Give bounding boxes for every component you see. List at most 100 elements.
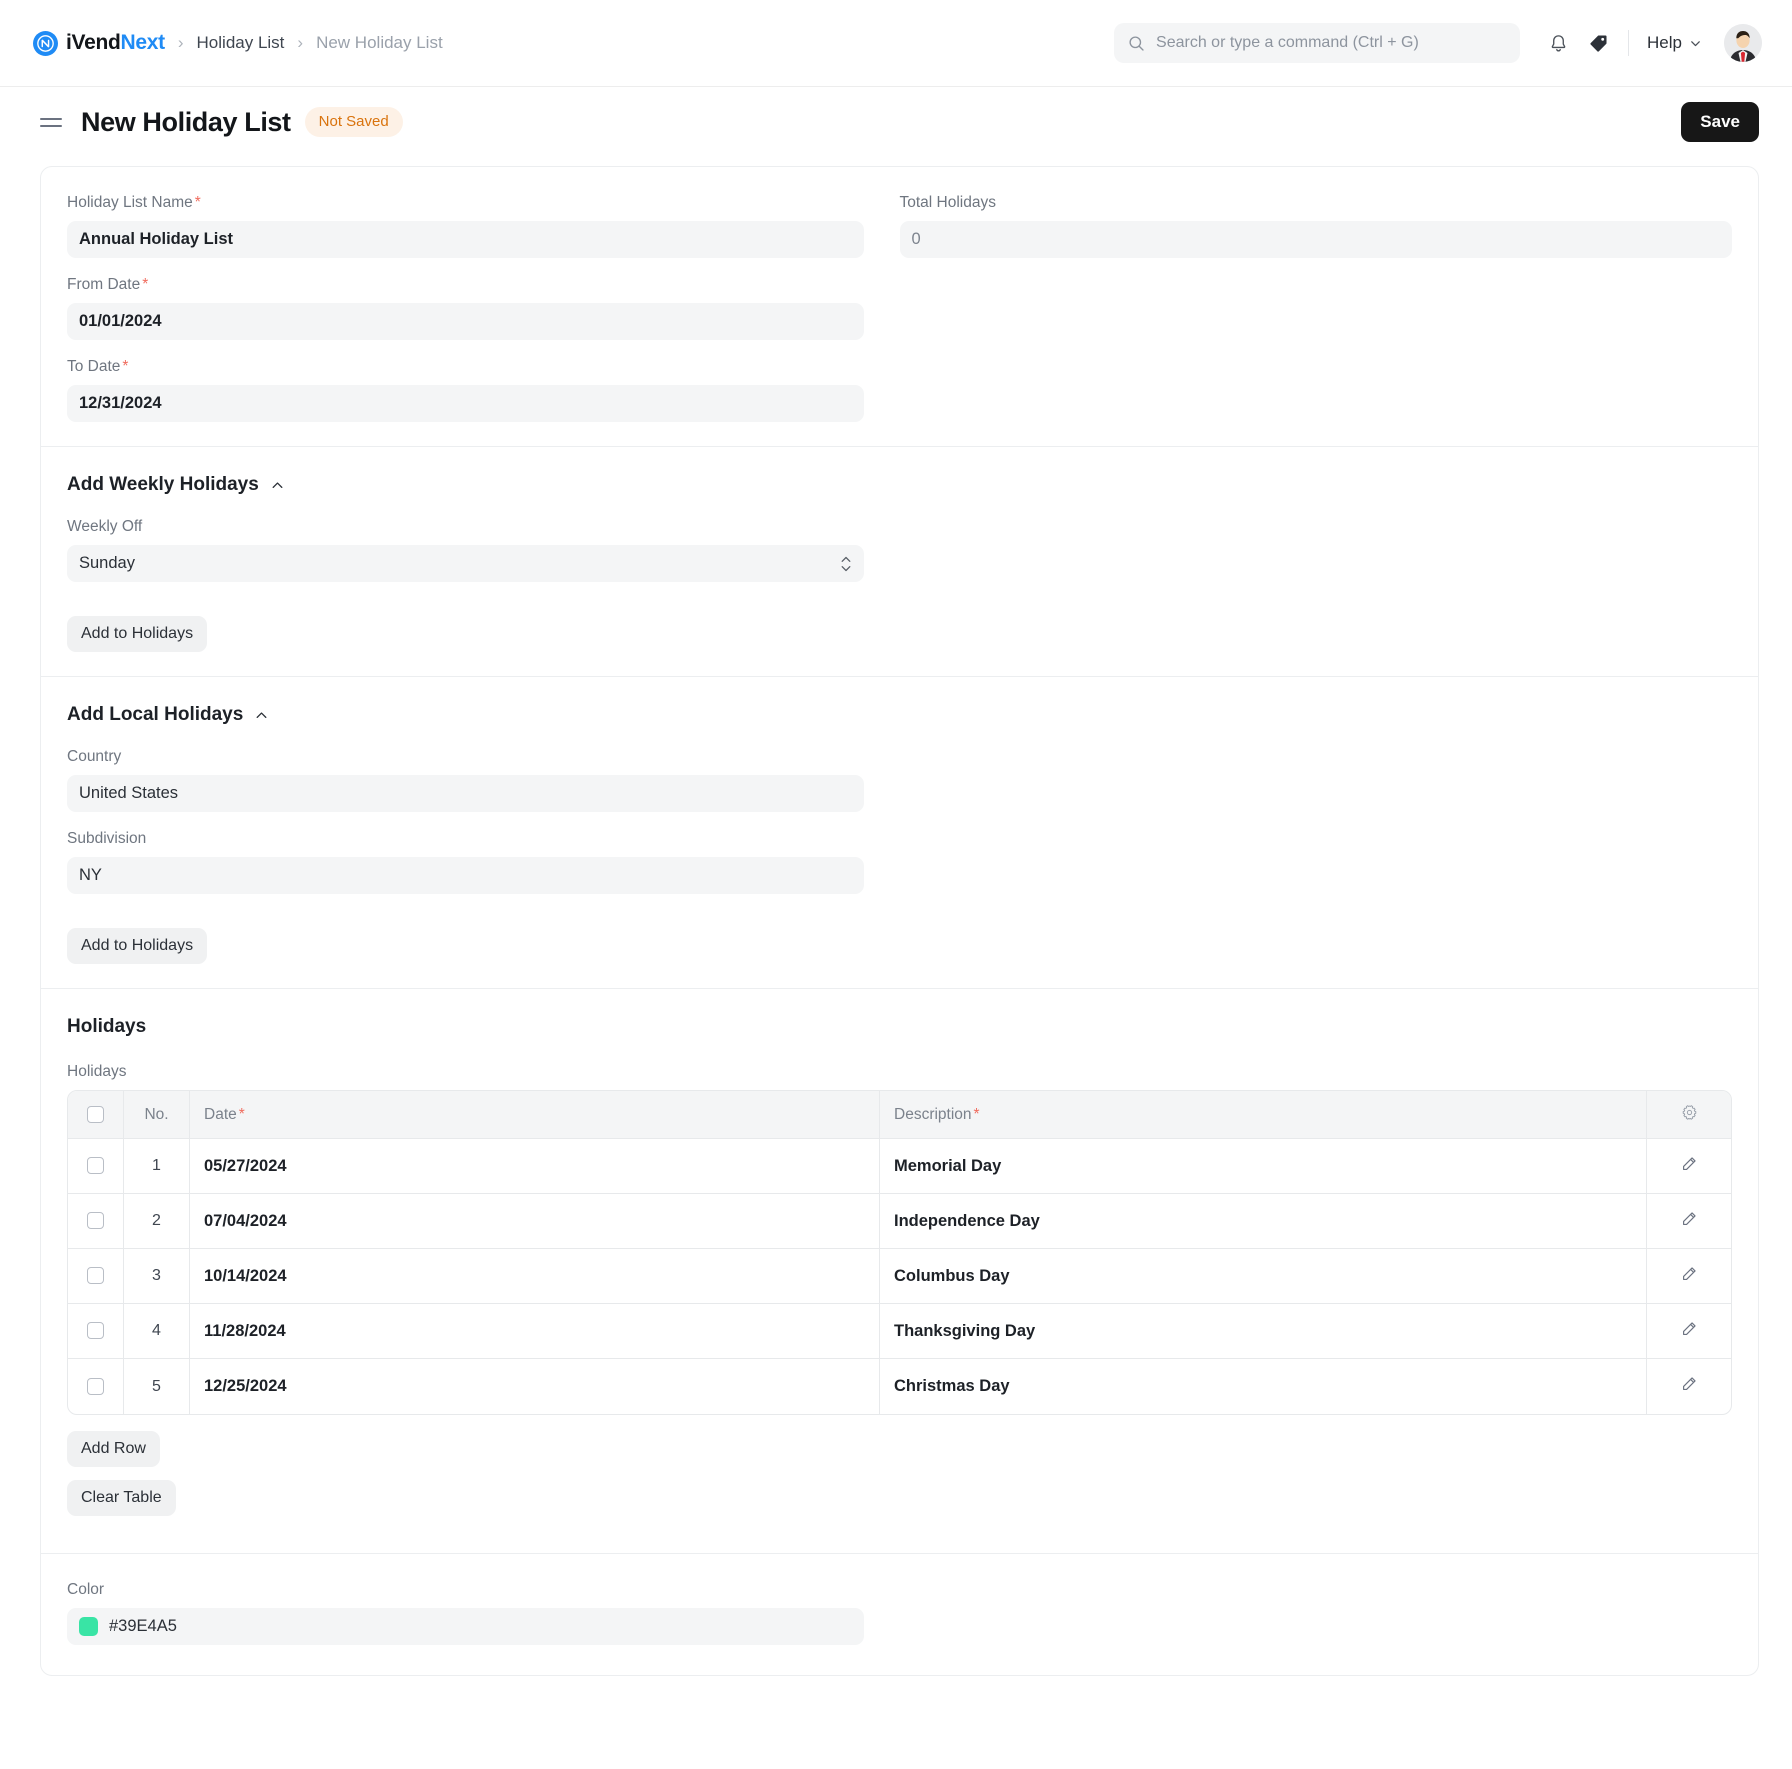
- row-date-value: 10/14/2024: [204, 1266, 287, 1285]
- row-description-value: Thanksgiving Day: [894, 1321, 1036, 1340]
- to-date-input[interactable]: 12/31/2024: [67, 385, 864, 422]
- chevron-up-icon[interactable]: [254, 708, 269, 723]
- weekly-right-spacer: [900, 518, 1733, 652]
- row-checkbox[interactable]: [87, 1212, 104, 1230]
- pencil-icon[interactable]: [1680, 1375, 1698, 1393]
- pencil-icon[interactable]: [1680, 1155, 1698, 1173]
- holidays-table-body: 1 05/27/2024 Memorial Day 2 07/04/2024 Indepe…: [68, 1139, 1731, 1414]
- row-description-cell[interactable]: Christmas Day: [880, 1359, 1647, 1414]
- search-input[interactable]: Search or type a command (Ctrl + G): [1114, 23, 1521, 63]
- save-button[interactable]: Save: [1681, 102, 1759, 142]
- field-from-date: From Date * 01/01/2024: [67, 276, 864, 340]
- color-right-spacer: [900, 1581, 1733, 1645]
- color-input[interactable]: #39E4A5: [67, 1608, 864, 1645]
- row-date-value: 12/25/2024: [204, 1377, 287, 1395]
- select-all-checkbox[interactable]: [87, 1105, 104, 1123]
- total-holidays-input[interactable]: 0: [899, 221, 1732, 258]
- required-marker: *: [238, 1105, 245, 1123]
- brand-logo[interactable]: iVendNext: [33, 30, 166, 56]
- ivendnext-logo-icon: [33, 30, 58, 56]
- row-date-cell[interactable]: 11/28/2024: [190, 1304, 880, 1359]
- breadcrumb-item-holiday-list[interactable]: Holiday List: [197, 33, 285, 53]
- avatar[interactable]: [1724, 24, 1762, 62]
- holiday-list-name-input[interactable]: Annual Holiday List: [67, 221, 864, 258]
- table-row[interactable]: 5 12/25/2024 Christmas Day: [68, 1359, 1731, 1414]
- total-holidays-label: Total Holidays: [899, 194, 997, 211]
- row-edit-cell: [1647, 1249, 1731, 1304]
- row-checkbox[interactable]: [87, 1267, 104, 1285]
- basic-info-right-column: Total Holidays 0: [899, 194, 1732, 422]
- row-checkbox[interactable]: [87, 1377, 104, 1395]
- row-checkbox[interactable]: [87, 1157, 104, 1175]
- table-header-row: No. Date * Description *: [68, 1091, 1731, 1139]
- holiday-list-name-label: Holiday List Name *: [67, 194, 201, 211]
- from-date-input[interactable]: 01/01/2024: [67, 303, 864, 340]
- weekly-off-label: Weekly Off: [67, 518, 143, 535]
- required-marker: *: [194, 194, 201, 211]
- color-swatch[interactable]: [79, 1617, 98, 1636]
- from-date-label: From Date *: [67, 276, 149, 293]
- add-weekly-to-holidays-button[interactable]: Add to Holidays: [67, 616, 208, 652]
- row-date-cell[interactable]: 10/14/2024: [190, 1249, 880, 1304]
- holidays-grid-label: Holidays: [67, 1063, 127, 1080]
- row-description-cell[interactable]: Memorial Day: [880, 1139, 1647, 1194]
- row-checkbox[interactable]: [87, 1322, 104, 1340]
- to-date-label: To Date *: [67, 358, 129, 375]
- field-total-holidays: Total Holidays 0: [899, 194, 1732, 258]
- holidays-table-head: No. Date * Description *: [68, 1091, 1731, 1139]
- chevron-down-icon: [1689, 37, 1702, 50]
- row-number-cell: 4: [124, 1304, 190, 1359]
- row-date-value: 05/27/2024: [204, 1156, 287, 1175]
- row-date-cell[interactable]: 05/27/2024: [190, 1139, 880, 1194]
- weekly-off-select[interactable]: Sunday: [67, 545, 864, 582]
- pencil-icon[interactable]: [1680, 1210, 1698, 1228]
- add-local-holidays-section: Add Local Holidays Country United States…: [41, 677, 1758, 989]
- form-card: Holiday List Name * Annual Holiday List F…: [40, 166, 1759, 1676]
- row-date-cell[interactable]: 12/25/2024: [190, 1359, 880, 1414]
- column-header-no: No.: [124, 1091, 190, 1139]
- table-row[interactable]: 4 11/28/2024 Thanksgiving Day: [68, 1304, 1731, 1359]
- row-select-cell: [68, 1359, 124, 1414]
- holidays-section-title: Holidays: [67, 1016, 147, 1037]
- bell-icon[interactable]: [1538, 23, 1578, 63]
- column-header-date: Date *: [190, 1091, 880, 1139]
- field-color: Color #39E4A5: [67, 1581, 864, 1645]
- row-description-cell[interactable]: Independence Day: [880, 1194, 1647, 1249]
- help-menu[interactable]: Help: [1643, 33, 1706, 53]
- breadcrumb-separator-2: ›: [297, 33, 304, 52]
- color-column: Color #39E4A5: [67, 1581, 900, 1645]
- select-all-header: [68, 1091, 124, 1139]
- row-description-value: Memorial Day: [894, 1156, 1002, 1175]
- navbar-divider: [1628, 30, 1630, 56]
- brand-name-accent: Next: [120, 31, 166, 54]
- clear-table-button[interactable]: Clear Table: [67, 1480, 176, 1516]
- add-weekly-holidays-section: Add Weekly Holidays Weekly Off Sunday Ad…: [41, 447, 1758, 677]
- field-subdivision: Subdivision NY: [67, 830, 864, 894]
- add-local-to-holidays-button[interactable]: Add to Holidays: [67, 928, 208, 964]
- add-local-holidays-title: Add Local Holidays: [67, 704, 244, 725]
- pencil-icon[interactable]: [1680, 1265, 1698, 1283]
- field-to-date: To Date * 12/31/2024: [67, 358, 864, 422]
- gear-icon[interactable]: [1681, 1104, 1698, 1121]
- subdivision-label: Subdivision: [67, 830, 147, 847]
- row-edit-cell: [1647, 1194, 1731, 1249]
- pencil-icon[interactable]: [1680, 1320, 1698, 1338]
- chevron-up-icon[interactable]: [270, 478, 285, 493]
- row-description-cell[interactable]: Columbus Day: [880, 1249, 1647, 1304]
- add-weekly-holidays-header[interactable]: Add Weekly Holidays: [67, 474, 1732, 496]
- country-input[interactable]: United States: [67, 775, 864, 812]
- hamburger-menu-icon[interactable]: [40, 117, 62, 127]
- add-row-button[interactable]: Add Row: [67, 1431, 160, 1467]
- row-date-cell[interactable]: 07/04/2024: [190, 1194, 880, 1249]
- breadcrumb-item-new-holiday-list: New Holiday List: [316, 33, 443, 52]
- add-local-holidays-header[interactable]: Add Local Holidays: [67, 704, 1732, 726]
- table-row[interactable]: 1 05/27/2024 Memorial Day: [68, 1139, 1731, 1194]
- row-select-cell: [68, 1194, 124, 1249]
- table-row[interactable]: 3 10/14/2024 Columbus Day: [68, 1249, 1731, 1304]
- table-row[interactable]: 2 07/04/2024 Independence Day: [68, 1194, 1731, 1249]
- tag-icon[interactable]: [1578, 23, 1618, 63]
- row-select-cell: [68, 1139, 124, 1194]
- color-label: Color: [67, 1581, 105, 1598]
- row-description-cell[interactable]: Thanksgiving Day: [880, 1304, 1647, 1359]
- subdivision-input[interactable]: NY: [67, 857, 864, 894]
